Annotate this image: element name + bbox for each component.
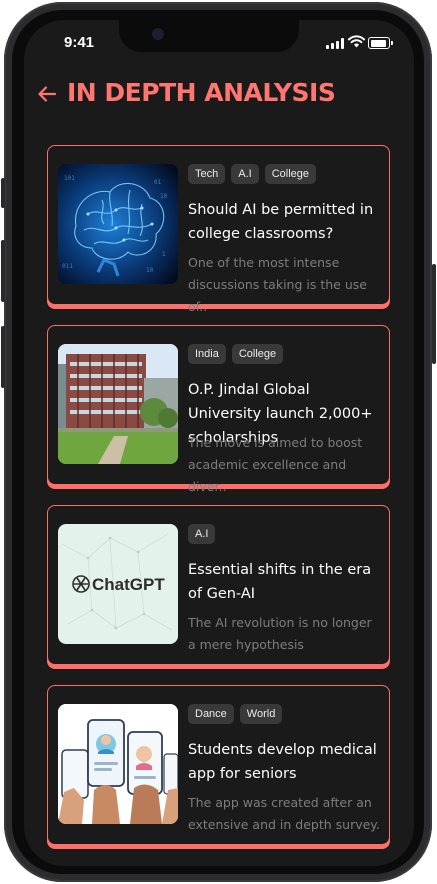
svg-text:10: 10: [146, 267, 154, 274]
app-screen: 9:41 IN DEPTH ANALYSIS 01 10 011 10 1 10…: [24, 20, 414, 866]
arrow-left-icon[interactable]: [36, 83, 58, 105]
tag-list: Dance World: [188, 704, 283, 724]
volume-down-button: [1, 326, 5, 388]
article-headline: Essential shifts in the era of Gen-AI: [188, 562, 372, 602]
wifi-icon: [348, 35, 365, 48]
article-card[interactable]: India College O.P. Jindal Global Univers…: [47, 325, 390, 494]
battery-icon: [368, 37, 393, 49]
page-title: IN DEPTH ANALYSIS: [67, 78, 336, 107]
svg-text:1: 1: [162, 251, 166, 258]
tag-chip[interactable]: College: [231, 344, 284, 364]
article-thumbnail: ChatGPT: [58, 524, 178, 644]
tag-chip[interactable]: College: [264, 164, 317, 184]
article-card[interactable]: Dance World Students develop medical app…: [47, 685, 390, 845]
tag-chip[interactable]: A.I: [231, 164, 259, 184]
tag-list: Tech A.I College: [188, 164, 317, 184]
volume-up-button: [1, 240, 5, 302]
article-snippet: One of the most intense discussions taki…: [188, 255, 367, 314]
article-card[interactable]: ChatGPT A.I Essential shifts in the era …: [47, 505, 390, 665]
status-bar: 9:41: [24, 20, 414, 66]
digital-brain-image: 0110011 101101: [58, 164, 178, 284]
tag-list: A.I: [188, 524, 216, 544]
chatgpt-logo-image: ChatGPT: [61, 533, 173, 631]
chatgpt-logo-text: ChatGPT: [92, 575, 165, 594]
tag-list: India College: [188, 344, 284, 364]
article-thumbnail: [58, 704, 178, 824]
article-card[interactable]: 01 10 011 10 1 101 Tech A.I College Should A…: [47, 145, 390, 314]
article-headline: Students develop medical app for seniors: [188, 742, 377, 782]
tag-chip[interactable]: India: [188, 344, 226, 364]
tag-chip[interactable]: Dance: [188, 704, 234, 724]
silent-switch: [1, 178, 5, 208]
tag-chip[interactable]: World: [239, 704, 283, 724]
signal-icon: [326, 38, 344, 49]
article-headline: Should AI be permitted in college classr…: [188, 202, 374, 242]
svg-text:011: 011: [62, 263, 73, 270]
front-camera: [152, 28, 164, 40]
svg-text:01: 01: [154, 179, 162, 186]
power-button: [432, 264, 436, 364]
notch: [119, 20, 370, 52]
svg-text:101: 101: [64, 175, 75, 182]
svg-text:10: 10: [160, 193, 168, 200]
article-thumbnail: [58, 344, 178, 464]
article-snippet: The AI revolution is no longer a mere hy…: [188, 615, 372, 652]
article-snippet: The move is aimed to boost academic exce…: [188, 435, 363, 494]
article-snippet: The app was created after an extensive a…: [188, 795, 380, 832]
page-header: IN DEPTH ANALYSIS: [24, 76, 414, 116]
university-building-image: [58, 344, 178, 464]
tag-chip[interactable]: Tech: [188, 164, 226, 184]
article-thumbnail: 01 10 011 10 1 101: [58, 164, 178, 284]
status-time: 9:41: [64, 34, 95, 51]
tag-chip[interactable]: A.I: [188, 524, 216, 544]
hands-with-phones-image: [58, 704, 178, 824]
speaker-grill: [302, 26, 370, 32]
